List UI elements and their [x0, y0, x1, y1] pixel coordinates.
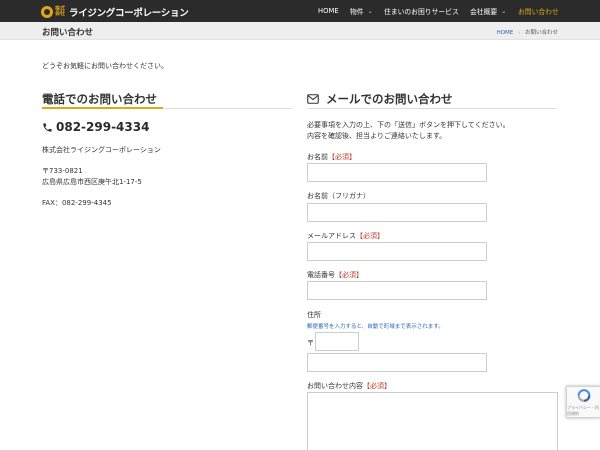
- phone-number-text: 082-299-4334: [56, 120, 150, 134]
- page-title-bar: お問い合わせ HOME › お問い合わせ: [0, 22, 600, 40]
- address-input[interactable]: [307, 353, 487, 372]
- tel-label-text: 電話番号: [307, 271, 335, 279]
- required-badge: 【必須】: [363, 382, 391, 390]
- mail-heading-text: メールでのお問い合わせ: [326, 92, 453, 106]
- fax-number: FAX：082-299-4345: [42, 199, 112, 207]
- nav-item-home[interactable]: HOME: [318, 0, 339, 22]
- postal-code: 〒733-0821: [42, 167, 83, 175]
- nav-item-label: 住まいのお困りサービス: [384, 8, 459, 16]
- name-input[interactable]: [307, 163, 487, 182]
- nav-item-properties[interactable]: 物件 ⌄: [350, 0, 373, 22]
- form-instruction-2: 内容を確認後、担当よりご連絡いたします。: [307, 132, 447, 140]
- address-label: 住所: [307, 311, 321, 319]
- nav-item-label: 会社概要: [470, 8, 498, 16]
- address-hint: 郵便番号を入力すると、自動で町域まで表示されます。: [307, 324, 444, 330]
- logo-company-name: ライジングコーポレーション: [69, 7, 189, 19]
- nav-item-label: 物件: [350, 8, 364, 16]
- email-label-text: メールアドレス: [307, 232, 356, 240]
- recaptcha-badge[interactable]: プライバシー・利用規約: [566, 386, 600, 418]
- message-label-text: お問い合わせ内容: [307, 382, 363, 390]
- email-input[interactable]: [307, 242, 487, 261]
- nav-item-label: お問い合わせ: [518, 8, 559, 16]
- name-label-text: お名前: [307, 153, 328, 161]
- breadcrumb-current: お問い合わせ: [524, 30, 558, 36]
- address-text: 広島県広島市西区庚午北1-17-5: [42, 178, 142, 186]
- breadcrumb-home-link[interactable]: HOME: [497, 30, 514, 36]
- site-header: 株式会社 ライジングコーポレーション HOME 物件 ⌄ 住まいのお困りサービス…: [0, 0, 600, 22]
- kana-label: お名前（フリガナ）: [307, 192, 370, 200]
- form-instruction-1: 必要事項を入力の上、下の「送信」ボタンを押下してください。: [307, 121, 510, 129]
- intro-text: どうぞお気軽にお問い合わせください。: [42, 62, 168, 70]
- heading-divider: [307, 108, 557, 109]
- recaptcha-privacy-text: プライバシー・利用規約: [567, 405, 599, 416]
- name-label: お名前【必須】: [307, 152, 356, 162]
- company-name: 株式会社ライジングコーポレーション: [42, 146, 161, 154]
- email-label: メールアドレス【必須】: [307, 231, 384, 241]
- nav-item-services[interactable]: 住まいのお困りサービス: [384, 0, 459, 22]
- breadcrumb: HOME › お問い合わせ: [497, 28, 558, 36]
- nav-item-label: HOME: [318, 7, 339, 15]
- chevron-down-icon: ⌄: [367, 7, 373, 15]
- tel-input[interactable]: [307, 281, 487, 300]
- chevron-down-icon: ⌄: [501, 7, 507, 15]
- kana-input[interactable]: [307, 203, 487, 222]
- zip-mark: 〒: [307, 339, 314, 347]
- heading-accent-underline: [42, 107, 163, 109]
- logo-company-type: 株式会社: [55, 5, 66, 17]
- site-logo[interactable]: 株式会社 ライジングコーポレーション: [41, 5, 189, 19]
- phone-icon: [43, 122, 52, 132]
- required-badge: 【必須】: [328, 153, 356, 161]
- nav-item-company[interactable]: 会社概要 ⌄: [470, 0, 506, 22]
- message-textarea[interactable]: [307, 392, 558, 450]
- mail-section-heading: メールでのお問い合わせ: [307, 91, 453, 107]
- envelope-icon: [307, 94, 319, 104]
- zip-input[interactable]: [315, 332, 359, 351]
- logo-mark-icon: [41, 5, 53, 18]
- breadcrumb-separator: ›: [518, 30, 521, 36]
- message-label: お問い合わせ内容【必須】: [307, 381, 391, 391]
- required-badge: 【必須】: [356, 232, 384, 240]
- phone-number[interactable]: 082-299-4334: [42, 120, 149, 134]
- phone-section-heading: 電話でのお問い合わせ: [42, 92, 157, 106]
- required-badge: 【必須】: [335, 271, 363, 279]
- nav-item-contact[interactable]: お問い合わせ: [518, 0, 559, 22]
- recaptcha-icon: [577, 389, 590, 402]
- page-title: お問い合わせ: [42, 28, 94, 38]
- tel-label: 電話番号【必須】: [307, 270, 363, 280]
